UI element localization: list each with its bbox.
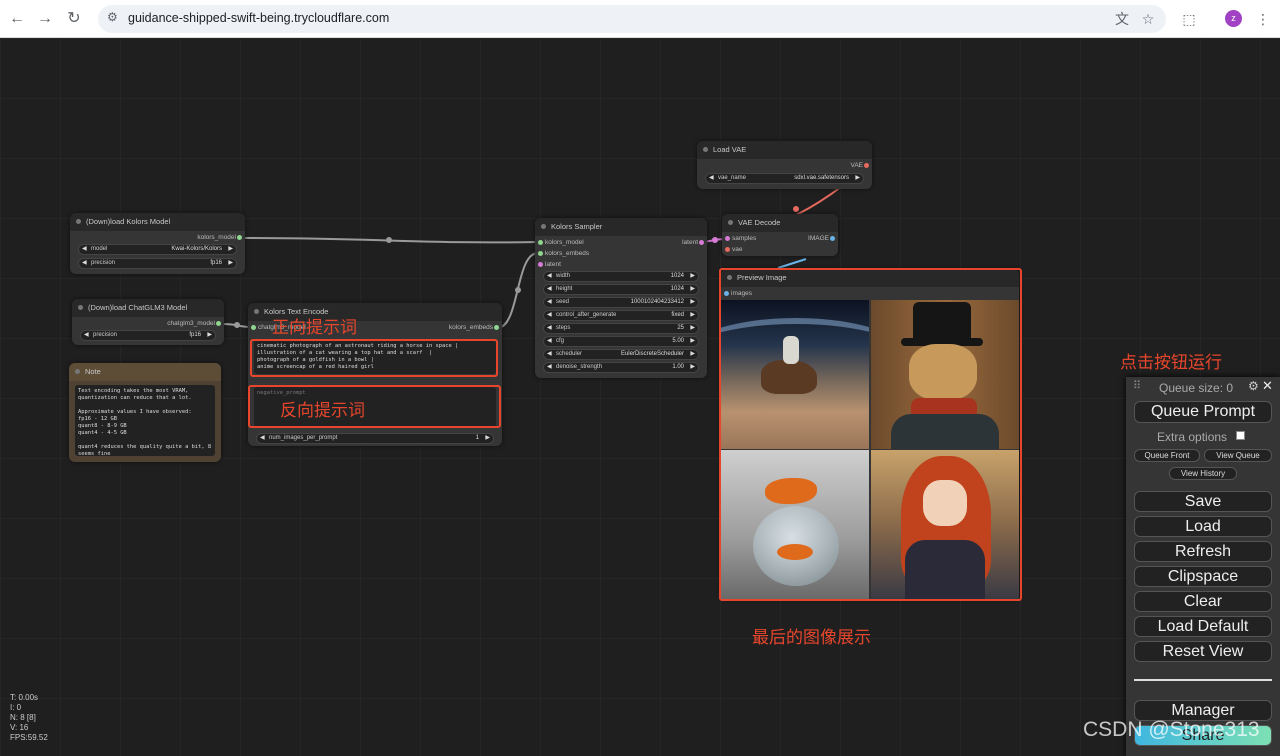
node-kolors-sampler[interactable]: Kolors Sampler kolors_model kolors_embed… bbox=[535, 218, 707, 378]
url-text: guidance-shipped-swift-being.trycloudfla… bbox=[128, 11, 390, 25]
drag-handle-icon[interactable]: ⠿ bbox=[1133, 379, 1141, 392]
clear-button[interactable]: Clear bbox=[1134, 591, 1272, 612]
reset-view-button[interactable]: Reset View bbox=[1134, 641, 1272, 662]
model-combo[interactable]: ◀ model Kwai-Kolors/Kolors ▶ bbox=[78, 244, 237, 255]
queue-size-label: Queue size: 0 bbox=[1159, 381, 1234, 395]
width-widget[interactable]: ◀ width 1024 ▶ bbox=[543, 271, 699, 282]
queue-front-button[interactable]: Queue Front bbox=[1134, 449, 1200, 462]
comfy-menu: ⠿ Queue size: 0 ⚙ ✕ Queue Prompt Extra o… bbox=[1126, 377, 1280, 756]
input-pin[interactable] bbox=[538, 251, 543, 256]
output-label: IMAGE bbox=[808, 235, 829, 242]
note-text[interactable]: Text encoding takes the most VRAM, quant… bbox=[75, 385, 215, 457]
output-label: kolors_model bbox=[197, 234, 236, 241]
annotation-negative-prompt: 反向提示词 bbox=[280, 401, 365, 420]
input-label: kolors_model bbox=[545, 239, 584, 246]
annotation-positive-prompt: 正向提示词 bbox=[272, 318, 357, 337]
node-note[interactable]: Note Text encoding takes the most VRAM, … bbox=[69, 363, 221, 462]
input-pin[interactable] bbox=[725, 247, 730, 252]
site-info-icon[interactable]: ⚙ bbox=[107, 10, 118, 24]
precision-combo[interactable]: ◀ precision fp16 ▶ bbox=[80, 330, 216, 341]
view-history-button[interactable]: View History bbox=[1169, 467, 1237, 480]
denoise-strength-widget[interactable]: ◀ denoise_strength 1.00 ▶ bbox=[543, 362, 699, 373]
input-pin[interactable] bbox=[251, 325, 256, 330]
input-pin[interactable] bbox=[725, 236, 730, 241]
node-load-chatglm3-model[interactable]: (Down)load ChatGLM3 Model chatglm3_model… bbox=[72, 299, 224, 345]
input-pin[interactable] bbox=[538, 262, 543, 267]
output-label: latent bbox=[682, 239, 698, 246]
cfg-widget[interactable]: ◀ cfg 5.00 ▶ bbox=[543, 336, 699, 347]
reload-icon[interactable]: ↻ bbox=[64, 9, 84, 29]
extensions-icon[interactable]: ⬚ bbox=[1179, 9, 1199, 29]
back-icon[interactable]: ← bbox=[7, 9, 27, 29]
control-after-generate-widget[interactable]: ◀ control_after_generate fixed ▶ bbox=[543, 310, 699, 321]
scheduler-widget[interactable]: ◀ scheduler EulerDiscreteScheduler ▶ bbox=[543, 349, 699, 360]
close-icon[interactable]: ✕ bbox=[1262, 378, 1273, 394]
browser-toolbar: ← → ↻ ⚙ guidance-shipped-swift-being.try… bbox=[0, 0, 1280, 38]
output-pin[interactable] bbox=[237, 235, 242, 240]
input-pin[interactable] bbox=[538, 240, 543, 245]
positive-prompt-highlight bbox=[250, 339, 498, 377]
node-title: (Down)load ChatGLM3 Model bbox=[72, 299, 224, 317]
menu-divider bbox=[1134, 679, 1272, 681]
num-images-stepper[interactable]: ◀ num_images_per_prompt 1 ▶ bbox=[256, 433, 494, 444]
address-bar[interactable]: ⚙ guidance-shipped-swift-being.trycloudf… bbox=[98, 5, 1166, 33]
avatar[interactable]: z bbox=[1225, 10, 1242, 27]
output-pin[interactable] bbox=[216, 321, 221, 326]
annotation-final-image: 最后的图像展示 bbox=[752, 628, 871, 647]
load-default-button[interactable]: Load Default bbox=[1134, 616, 1272, 637]
clipspace-button[interactable]: Clipspace bbox=[1134, 566, 1272, 587]
load-button[interactable]: Load bbox=[1134, 516, 1272, 537]
kebab-menu-icon[interactable]: ⋮ bbox=[1253, 9, 1273, 29]
render-stats: T: 0.00s I: 0 N: 8 [8] V: 16 FPS:59.52 bbox=[10, 693, 48, 742]
output-label: chatglm3_model bbox=[167, 320, 215, 327]
bookmark-star-icon[interactable]: ☆ bbox=[1138, 9, 1158, 29]
output-label: VAE bbox=[850, 162, 863, 169]
node-title: VAE Decode bbox=[722, 214, 838, 232]
node-load-kolors-model[interactable]: (Down)load Kolors Model kolors_model ◀ mo… bbox=[70, 213, 245, 274]
preview-highlight bbox=[719, 268, 1022, 601]
precision-combo[interactable]: ◀ precision fp16 ▶ bbox=[78, 258, 237, 269]
refresh-button[interactable]: Refresh bbox=[1134, 541, 1272, 562]
annotation-click-run: 点击按钮运行 bbox=[1120, 353, 1222, 372]
seed-widget[interactable]: ◀ seed 1000102404233412 ▶ bbox=[543, 297, 699, 308]
translate-icon[interactable]: 文 bbox=[1112, 9, 1132, 29]
save-button[interactable]: Save bbox=[1134, 491, 1272, 512]
node-load-vae[interactable]: Load VAE VAE ◀ vae_name sdxl.vae.safetenso… bbox=[697, 141, 872, 189]
vae-name-combo[interactable]: ◀ vae_name sdxl.vae.safetensors ▶ bbox=[705, 173, 864, 184]
watermark: CSDN @Stone313 bbox=[1083, 718, 1260, 741]
node-title: Kolors Sampler bbox=[535, 218, 707, 236]
output-pin[interactable] bbox=[494, 325, 499, 330]
extra-options-checkbox[interactable] bbox=[1236, 431, 1245, 440]
extra-options-label: Extra options bbox=[1157, 430, 1228, 444]
view-queue-button[interactable]: View Queue bbox=[1204, 449, 1272, 462]
input-label: latent bbox=[545, 261, 561, 268]
queue-prompt-button[interactable]: Queue Prompt bbox=[1134, 401, 1272, 423]
node-title: (Down)load Kolors Model bbox=[70, 213, 245, 231]
output-pin[interactable] bbox=[830, 236, 835, 241]
node-canvas[interactable]: (Down)load Kolors Model kolors_model ◀ mo… bbox=[0, 38, 1280, 756]
output-pin[interactable] bbox=[864, 163, 869, 168]
input-label: vae bbox=[732, 246, 743, 253]
node-title: Note bbox=[69, 363, 221, 381]
node-title: Load VAE bbox=[697, 141, 872, 159]
node-vae-decode[interactable]: VAE Decode samples vae IMAGE bbox=[722, 214, 838, 256]
height-widget[interactable]: ◀ height 1024 ▶ bbox=[543, 284, 699, 295]
forward-icon[interactable]: → bbox=[35, 9, 55, 29]
input-label: kolors_embeds bbox=[545, 250, 590, 257]
steps-widget[interactable]: ◀ steps 25 ▶ bbox=[543, 323, 699, 334]
output-label: kolors_embeds bbox=[448, 324, 493, 331]
settings-gear-icon[interactable]: ⚙ bbox=[1248, 379, 1259, 393]
input-label: samples bbox=[732, 235, 757, 242]
output-pin[interactable] bbox=[699, 240, 704, 245]
